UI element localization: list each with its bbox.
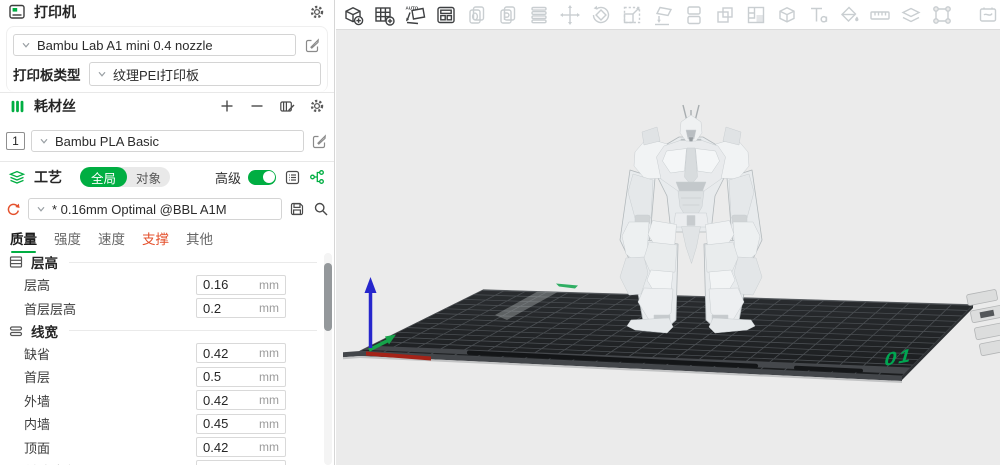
arrange-icon[interactable]	[434, 3, 458, 27]
objects-list-icon[interactable]	[283, 168, 301, 186]
filament-icon	[8, 97, 26, 115]
process-icon	[8, 168, 26, 186]
filament-preset-select[interactable]: Bambu PLA Basic	[31, 130, 304, 152]
printer-icon	[8, 3, 26, 21]
viewport-toolbar: AUTO	[336, 0, 1000, 30]
printer-card: Bambu Lab A1 mini 0.4 nozzle 打印板类型 纹理PEI…	[6, 26, 328, 92]
process-tabs: 质量 强度 速度 支撑 其他	[0, 228, 334, 253]
remove-filament-button[interactable]	[248, 97, 266, 115]
filament-section-header: 耗材丝	[0, 94, 334, 118]
sparse-infill-line-width-input[interactable]: 0.45mm	[196, 460, 286, 465]
layers-icon[interactable]	[527, 3, 551, 27]
plate-settings-icon[interactable]	[976, 3, 1000, 27]
process-preset-select[interactable]: * 0.16mm Optimal @BBL A1M	[28, 198, 282, 220]
printer-settings-gear-icon[interactable]	[308, 3, 326, 21]
color-paint-icon[interactable]	[837, 3, 861, 27]
layer-height-input[interactable]: 0.16 mm	[196, 274, 286, 295]
split-objects-icon[interactable]	[682, 3, 706, 27]
seam-paint-icon[interactable]	[930, 3, 954, 27]
chevron-down-icon	[98, 71, 106, 77]
param-row: 层高 0.16 mm	[0, 273, 334, 296]
plate-marker	[556, 283, 578, 289]
top-surface-line-width-input[interactable]: 0.42 mm	[196, 437, 286, 458]
group-line-width: 线宽	[0, 320, 334, 342]
param-row: 顶面 0.42 mm	[0, 435, 334, 458]
advanced-toggle[interactable]	[248, 169, 276, 185]
search-preset-icon[interactable]	[312, 200, 330, 218]
plate-type-label: 打印板类型	[13, 68, 81, 83]
add-plate-icon[interactable]	[372, 3, 396, 27]
text-tool-icon[interactable]	[806, 3, 830, 27]
lay-on-face-icon[interactable]	[651, 3, 675, 27]
param-row: 首层层高 0.2 mm	[0, 296, 334, 319]
param-row: 外墙 0.42 mm	[0, 389, 334, 412]
param-row: 稀疏填充 0.45mm	[0, 459, 334, 465]
tab-support[interactable]: 支撑	[142, 228, 169, 253]
process-section-header: 工艺 全局 对象 高级	[0, 165, 334, 189]
advanced-label: 高级	[214, 170, 241, 186]
outer-wall-line-width-input[interactable]: 0.42 mm	[196, 390, 286, 411]
assembly-icon[interactable]	[899, 3, 923, 27]
process-tree-icon[interactable]	[308, 168, 326, 186]
tab-speed[interactable]: 速度	[98, 228, 125, 253]
reset-process-icon[interactable]	[4, 200, 22, 218]
filament-slot-badge[interactable]: 1	[6, 132, 25, 150]
rotate-icon[interactable]	[589, 3, 613, 27]
tab-quality[interactable]: 质量	[10, 228, 37, 253]
scene-3d[interactable]: 01	[336, 30, 1000, 465]
scope-global[interactable]: 全局	[80, 167, 128, 187]
default-line-width-input[interactable]: 0.42 mm	[196, 343, 286, 364]
edit-filament-icon[interactable]	[310, 132, 328, 150]
measure-icon[interactable]	[868, 3, 892, 27]
side-trays	[966, 289, 1000, 356]
split-parts-icon[interactable]	[713, 3, 737, 27]
bambu-studio-window: 打印机 Bambu Lab A1 mini 0.4 nozzle 打印板类型 纹…	[0, 0, 1000, 465]
printer-section-title: 打印机	[34, 4, 76, 20]
chevron-down-icon	[40, 138, 48, 144]
scale-icon[interactable]	[620, 3, 644, 27]
chevron-down-icon	[22, 42, 30, 48]
auto-orient-icon[interactable]: AUTO	[403, 3, 427, 27]
edit-printer-icon[interactable]	[303, 36, 321, 54]
line-width-icon	[9, 326, 23, 336]
edit-filament-spool-icon[interactable]	[278, 97, 296, 115]
save-preset-icon[interactable]	[288, 200, 306, 218]
viewport-3d: AUTO 01	[336, 0, 1000, 465]
scope-toggle: 全局 对象	[80, 167, 171, 187]
param-row: 缺省 0.42 mm	[0, 342, 334, 365]
scope-object[interactable]: 对象	[127, 168, 170, 187]
process-section-title: 工艺	[34, 169, 62, 185]
group-layer-height: 层高	[0, 251, 334, 273]
mesh-boolean-icon[interactable]	[775, 3, 799, 27]
move-icon[interactable]	[558, 3, 582, 27]
filament-section-title: 耗材丝	[34, 98, 76, 114]
panel-scrollbar[interactable]	[324, 253, 332, 465]
printer-section-header: 打印机	[0, 0, 334, 24]
scrollbar-thumb[interactable]	[324, 263, 332, 331]
layer-height-icon	[9, 256, 23, 268]
tab-strength[interactable]: 强度	[54, 228, 81, 253]
tab-others[interactable]: 其他	[186, 228, 213, 253]
doc-p-icon[interactable]	[496, 3, 520, 27]
add-object-icon[interactable]	[341, 3, 365, 27]
printer-preset-select[interactable]: Bambu Lab A1 mini 0.4 nozzle	[13, 34, 296, 56]
first-layer-height-input[interactable]: 0.2 mm	[196, 298, 286, 319]
first-layer-line-width-input[interactable]: 0.5 mm	[196, 366, 286, 387]
plate-type-select[interactable]: 纹理PEI打印板	[89, 62, 321, 86]
left-panel: 打印机 Bambu Lab A1 mini 0.4 nozzle 打印板类型 纹…	[0, 0, 335, 465]
inner-wall-line-width-input[interactable]: 0.45 mm	[196, 413, 286, 434]
param-row: 内墙 0.45 mm	[0, 412, 334, 435]
filament-settings-gear-icon[interactable]	[308, 97, 326, 115]
add-filament-button[interactable]	[218, 97, 236, 115]
variable-layer-height-icon[interactable]	[744, 3, 768, 27]
doc-zero-icon[interactable]	[465, 3, 489, 27]
param-list: 层高 层高 0.16 mm 首层层高 0.2 mm 线宽 缺省 0.42 mm 首层	[0, 251, 334, 465]
chevron-down-icon	[37, 206, 45, 212]
param-row: 首层 0.5 mm	[0, 365, 334, 388]
